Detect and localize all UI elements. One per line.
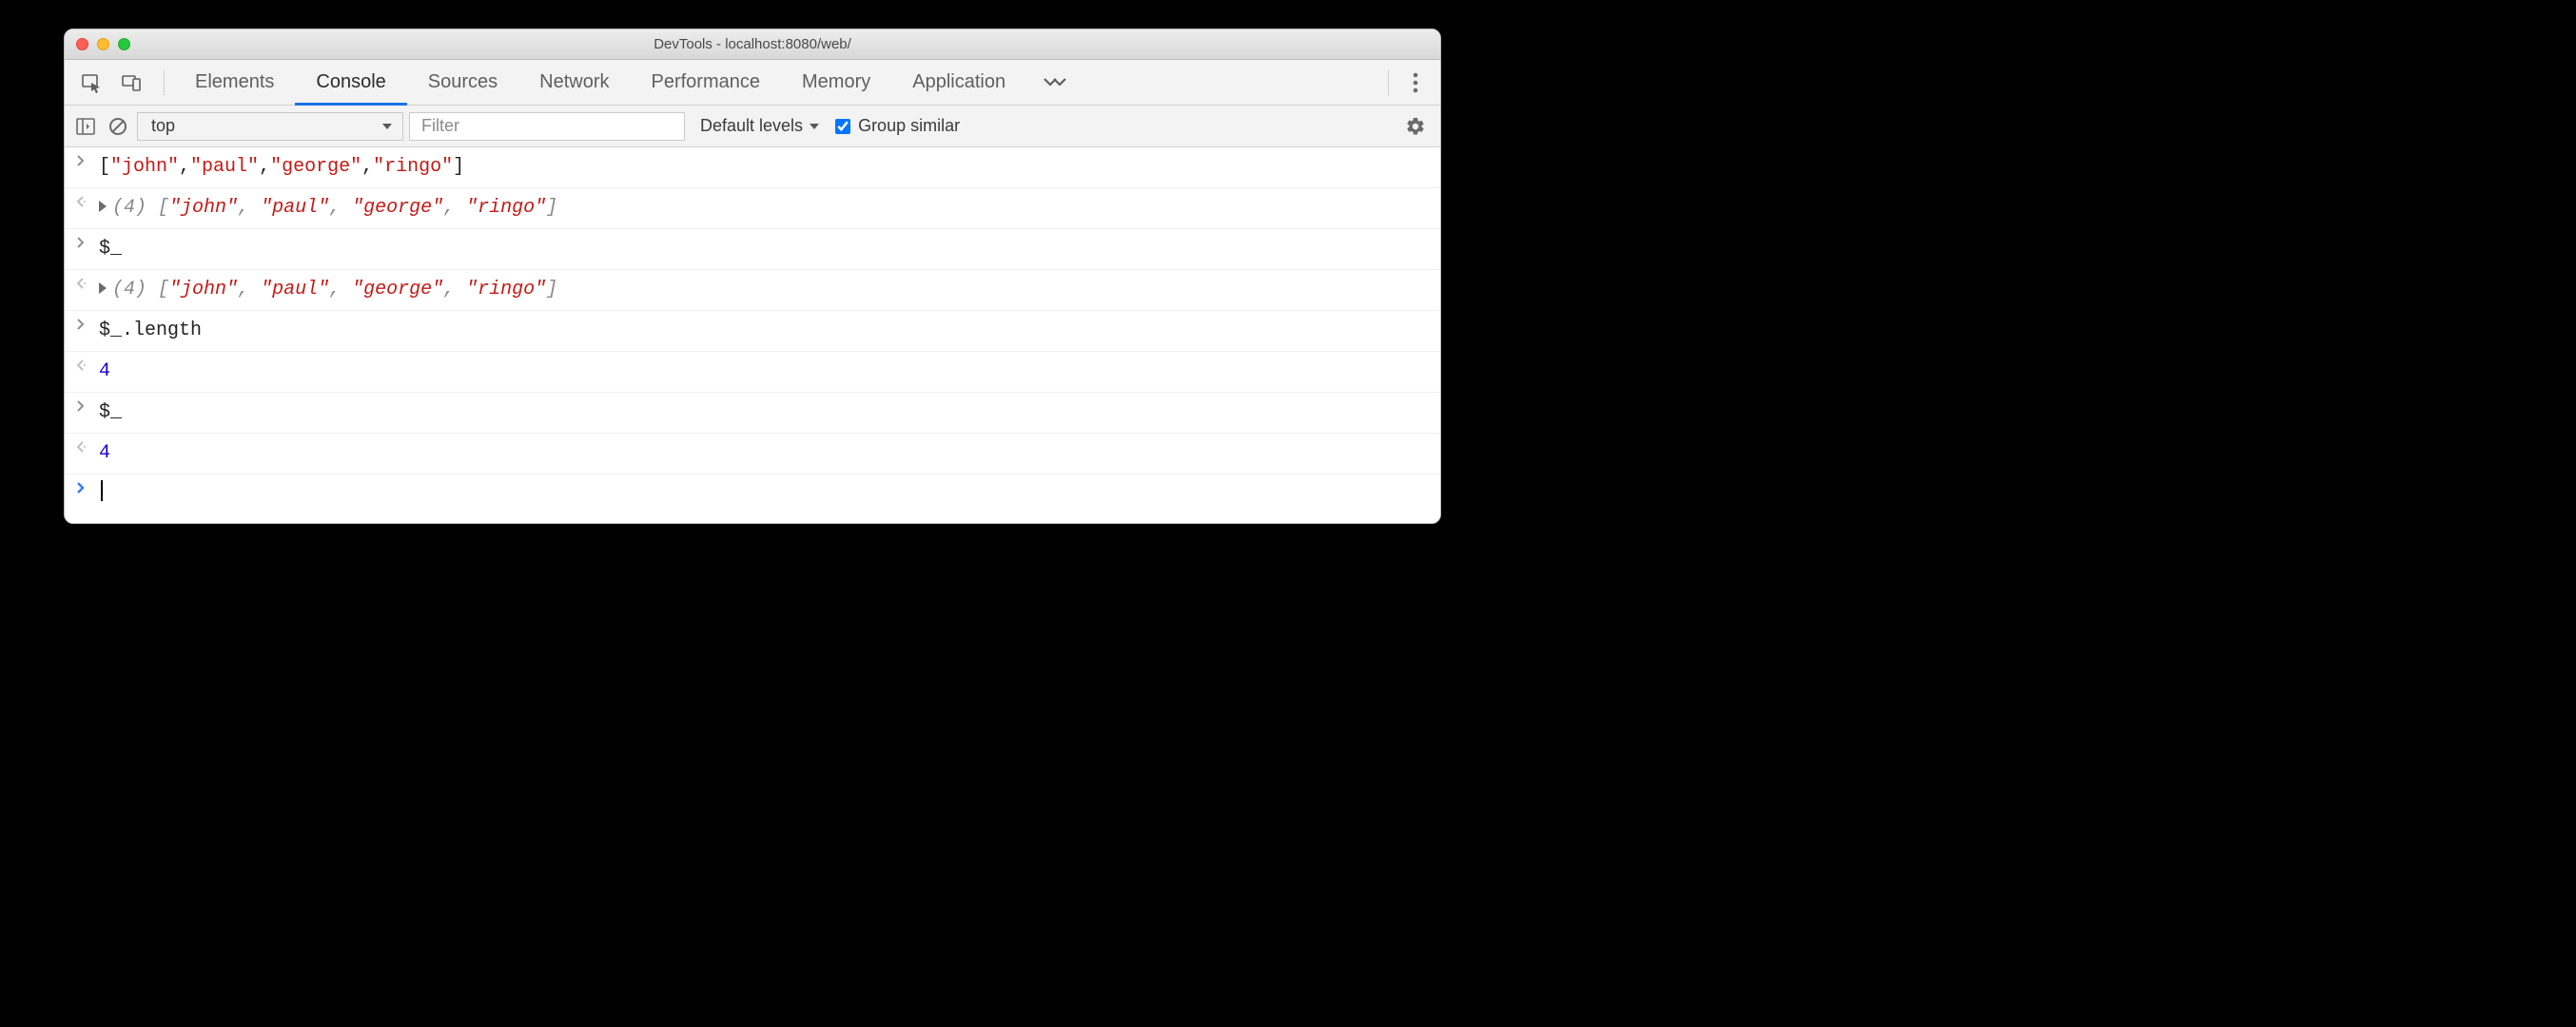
console-row: $_ <box>65 229 1440 270</box>
tab-network[interactable]: Network <box>518 60 630 105</box>
context-select[interactable]: top <box>137 112 403 141</box>
console-row: 4 <box>65 434 1440 475</box>
input-indicator-icon <box>72 397 89 413</box>
text-cursor <box>101 480 103 501</box>
console-row-content: ["john","paul","george","ringo"] <box>99 152 1431 183</box>
tab-label: Performance <box>652 71 761 93</box>
device-toolbar-icon[interactable] <box>118 69 145 96</box>
tab-application[interactable]: Application <box>891 60 1026 105</box>
log-levels-select[interactable]: Default levels <box>691 116 829 136</box>
tab-sources[interactable]: Sources <box>407 60 518 105</box>
console-row: $_.length <box>65 311 1440 352</box>
inspect-element-icon[interactable] <box>78 69 105 96</box>
output-indicator-icon <box>72 275 89 290</box>
console-row <box>65 475 1440 523</box>
tab-label: Network <box>539 71 609 93</box>
console-row: $_ <box>65 393 1440 434</box>
group-similar-label: Group similar <box>858 116 960 136</box>
tab-label: Elements <box>195 71 274 93</box>
levels-label: Default levels <box>700 116 803 136</box>
output-indicator-icon <box>72 357 89 372</box>
dropdown-icon <box>809 122 820 131</box>
tab-console[interactable]: Console <box>295 60 406 105</box>
tab-label: Application <box>912 71 1005 93</box>
filter-input[interactable] <box>409 112 685 141</box>
divider <box>1388 70 1389 95</box>
console-row: (4) ["john", "paul", "george", "ringo"] <box>65 270 1440 311</box>
prompt-indicator-icon <box>72 479 89 494</box>
traffic-lights <box>76 38 130 50</box>
settings-icon[interactable] <box>1398 116 1433 137</box>
toggle-sidebar-icon[interactable] <box>72 113 99 140</box>
console-input[interactable] <box>99 479 1431 510</box>
divider <box>164 70 165 95</box>
console-row-content: $_.length <box>99 316 1431 346</box>
dropdown-icon <box>381 122 393 131</box>
input-indicator-icon <box>72 234 89 249</box>
devtools-window: DevTools - localhost:8080/web/ Elements … <box>64 29 1441 524</box>
console-toolbar: top Default levels Group similar <box>65 106 1440 147</box>
console-row-content: (4) ["john", "paul", "george", "ringo"] <box>99 193 1431 223</box>
tab-memory[interactable]: Memory <box>781 60 891 105</box>
console-row-content: (4) ["john", "paul", "george", "ringo"] <box>99 275 1431 305</box>
console-row-content: 4 <box>99 357 1431 387</box>
zoom-window-button[interactable] <box>118 38 130 50</box>
console-row: ["john","paul","george","ringo"] <box>65 147 1440 188</box>
console-row-content: $_ <box>99 234 1431 264</box>
input-indicator-icon <box>72 152 89 167</box>
tabbar: Elements Console Sources Network Perform… <box>65 60 1440 106</box>
close-window-button[interactable] <box>76 38 88 50</box>
group-similar-checkbox[interactable] <box>835 119 850 134</box>
tab-label: Memory <box>802 71 870 93</box>
tab-label: Sources <box>428 71 498 93</box>
group-similar-toggle[interactable]: Group similar <box>835 116 960 136</box>
window-title: DevTools - localhost:8080/web/ <box>65 36 1440 52</box>
spacer <box>1083 60 1378 105</box>
tab-performance[interactable]: Performance <box>631 60 782 105</box>
expand-icon[interactable] <box>99 282 107 294</box>
console-row-content: 4 <box>99 438 1431 469</box>
console-output[interactable]: ["john","paul","george","ringo"] (4) ["jo… <box>65 147 1440 523</box>
tab-label: Console <box>316 71 385 93</box>
tabs-overflow-icon[interactable] <box>1026 60 1083 105</box>
tab-elements[interactable]: Elements <box>174 60 295 105</box>
console-row-content: $_ <box>99 397 1431 428</box>
input-indicator-icon <box>72 316 89 331</box>
clear-console-icon[interactable] <box>105 113 131 140</box>
output-indicator-icon <box>72 438 89 454</box>
console-row: (4) ["john", "paul", "george", "ringo"] <box>65 188 1440 229</box>
panel-tabs: Elements Console Sources Network Perform… <box>174 60 1083 105</box>
expand-icon[interactable] <box>99 201 107 212</box>
console-row: 4 <box>65 352 1440 393</box>
context-value: top <box>151 116 175 136</box>
inspect-tools <box>72 60 154 105</box>
titlebar: DevTools - localhost:8080/web/ <box>65 29 1440 60</box>
minimize-window-button[interactable] <box>97 38 109 50</box>
output-indicator-icon <box>72 193 89 208</box>
more-options-icon[interactable] <box>1398 60 1433 105</box>
